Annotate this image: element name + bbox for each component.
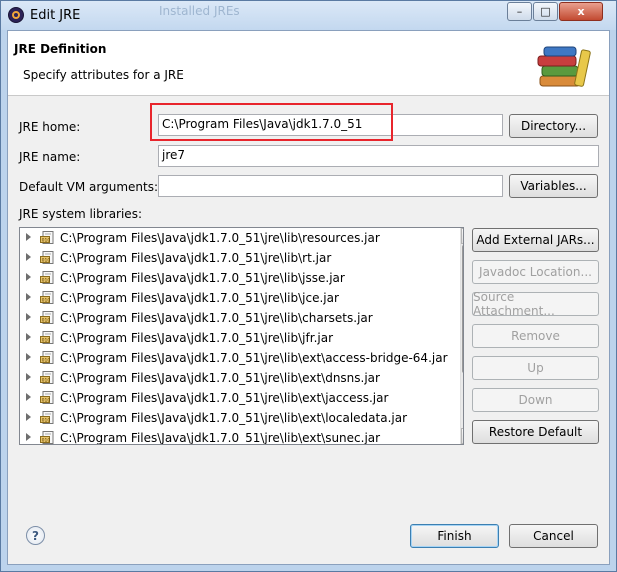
jre-home-label: JRE home: — [19, 120, 81, 134]
jre-name-input[interactable]: jre7 — [158, 145, 599, 167]
expand-arrow-icon[interactable] — [26, 333, 31, 341]
up-button[interactable]: Up — [472, 356, 599, 380]
svg-text:010: 010 — [42, 318, 51, 324]
expand-arrow-icon[interactable] — [26, 433, 31, 441]
down-button[interactable]: Down — [472, 388, 599, 412]
library-path: C:\Program Files\Java\jdk1.7.0_51\jre\li… — [60, 331, 334, 345]
libraries-label: JRE system libraries: — [19, 207, 142, 221]
svg-text:010: 010 — [42, 338, 51, 344]
expand-arrow-icon[interactable] — [26, 273, 31, 281]
expand-arrow-icon[interactable] — [26, 233, 31, 241]
cancel-button[interactable]: Cancel — [509, 524, 598, 548]
jar-file-icon: 010 — [40, 411, 54, 424]
source-attachment-button[interactable]: Source Attachment... — [472, 290, 599, 318]
books-icon — [537, 46, 591, 87]
svg-text:010: 010 — [42, 238, 51, 244]
vm-args-input[interactable] — [158, 175, 503, 197]
scroll-up-button[interactable] — [461, 228, 463, 244]
vertical-scrollbar[interactable] — [460, 228, 463, 444]
expand-arrow-icon[interactable] — [26, 373, 31, 381]
maximize-button[interactable]: □ — [533, 2, 558, 21]
library-path: C:\Program Files\Java\jdk1.7.0_51\jre\li… — [60, 391, 389, 405]
jar-file-icon: 010 — [40, 351, 54, 364]
directory-button[interactable]: Directory... — [509, 114, 598, 138]
header-title: JRE Definition — [14, 42, 107, 56]
library-path: C:\Program Files\Java\jdk1.7.0_51\jre\li… — [60, 251, 332, 265]
library-row[interactable]: 010 C:\Program Files\Java\jdk1.7.0_51\jre… — [20, 268, 463, 288]
svg-text:010: 010 — [42, 298, 51, 304]
svg-text:010: 010 — [42, 438, 51, 444]
library-path: C:\Program Files\Java\jdk1.7.0_51\jre\li… — [60, 311, 373, 325]
svg-text:010: 010 — [42, 358, 51, 364]
dialog-header: JRE Definition Specify attributes for a … — [8, 31, 609, 96]
library-row[interactable]: 010 C:\Program Files\Java\jdk1.7.0_51\jre… — [20, 228, 463, 248]
eclipse-icon — [8, 7, 24, 23]
svg-text:010: 010 — [42, 378, 51, 384]
library-path: C:\Program Files\Java\jdk1.7.0_51\jre\li… — [60, 351, 448, 365]
library-path: C:\Program Files\Java\jdk1.7.0_51\jre\li… — [60, 231, 380, 245]
svg-text:010: 010 — [42, 398, 51, 404]
jar-file-icon: 010 — [40, 231, 54, 244]
expand-arrow-icon[interactable] — [26, 413, 31, 421]
svg-text:010: 010 — [42, 258, 51, 264]
expand-arrow-icon[interactable] — [26, 293, 31, 301]
highlight-annotation — [150, 103, 393, 141]
jar-file-icon: 010 — [40, 271, 54, 284]
add-external-jars-button[interactable]: Add External JARs... — [472, 228, 599, 252]
jar-file-icon: 010 — [40, 431, 54, 444]
libraries-rows: 010 C:\Program Files\Java\jdk1.7.0_51\jre… — [20, 228, 463, 445]
background-window-title: Installed JREs — [159, 4, 240, 18]
edit-jre-window: Edit JRE Installed JREs – □ x JRE Defini… — [0, 0, 617, 572]
library-row[interactable]: 010 C:\Program Files\Java\jdk1.7.0_51\jre… — [20, 288, 463, 308]
library-path: C:\Program Files\Java\jdk1.7.0_51\jre\li… — [60, 431, 381, 445]
jar-file-icon: 010 — [40, 291, 54, 304]
library-row[interactable]: 010 C:\Program Files\Java\jdk1.7.0_51\jre… — [20, 328, 463, 348]
library-path: C:\Program Files\Java\jdk1.7.0_51\jre\li… — [60, 271, 345, 285]
close-button[interactable]: x — [559, 2, 603, 21]
library-row[interactable]: 010 C:\Program Files\Java\jdk1.7.0_51\jre… — [20, 308, 463, 328]
finish-button[interactable]: Finish — [410, 524, 499, 548]
library-row[interactable]: 010 C:\Program Files\Java\jdk1.7.0_51\jre… — [20, 408, 463, 428]
svg-text:010: 010 — [42, 278, 51, 284]
jar-file-icon: 010 — [40, 311, 54, 324]
window-title: Edit JRE — [30, 8, 81, 23]
jar-file-icon: 010 — [40, 331, 54, 344]
restore-default-button[interactable]: Restore Default — [472, 420, 599, 444]
svg-text:010: 010 — [42, 418, 51, 424]
header-subtitle: Specify attributes for a JRE — [23, 68, 184, 82]
library-row[interactable]: 010 C:\Program Files\Java\jdk1.7.0_51\jre… — [20, 368, 463, 388]
expand-arrow-icon[interactable] — [26, 393, 31, 401]
expand-arrow-icon[interactable] — [26, 253, 31, 261]
minimize-button[interactable]: – — [507, 2, 532, 21]
javadoc-location-button[interactable]: Javadoc Location... — [472, 260, 599, 284]
variables-button[interactable]: Variables... — [509, 174, 598, 198]
expand-arrow-icon[interactable] — [26, 313, 31, 321]
library-row[interactable]: 010 C:\Program Files\Java\jdk1.7.0_51\jre… — [20, 348, 463, 368]
scroll-thumb[interactable] — [462, 245, 463, 373]
expand-arrow-icon[interactable] — [26, 353, 31, 361]
vm-args-label: Default VM arguments: — [19, 180, 159, 194]
library-path: C:\Program Files\Java\jdk1.7.0_51\jre\li… — [60, 411, 408, 425]
title-bar[interactable]: Edit JRE Installed JREs – □ x — [1, 1, 616, 30]
jar-file-icon: 010 — [40, 251, 54, 264]
library-path: C:\Program Files\Java\jdk1.7.0_51\jre\li… — [60, 291, 339, 305]
library-row[interactable]: 010 C:\Program Files\Java\jdk1.7.0_51\jre… — [20, 388, 463, 408]
remove-button[interactable]: Remove — [472, 324, 599, 348]
library-path: C:\Program Files\Java\jdk1.7.0_51\jre\li… — [60, 371, 380, 385]
jar-file-icon: 010 — [40, 391, 54, 404]
jre-name-label: JRE name: — [19, 150, 81, 164]
dialog-body: JRE Definition Specify attributes for a … — [7, 30, 610, 565]
library-row[interactable]: 010 C:\Program Files\Java\jdk1.7.0_51\jre… — [20, 248, 463, 268]
help-icon[interactable]: ? — [26, 526, 45, 545]
libraries-list[interactable]: 010 C:\Program Files\Java\jdk1.7.0_51\jre… — [19, 227, 464, 445]
jar-file-icon: 010 — [40, 371, 54, 384]
scroll-down-button[interactable] — [461, 428, 463, 444]
library-row[interactable]: 010 C:\Program Files\Java\jdk1.7.0_51\jre… — [20, 428, 463, 445]
